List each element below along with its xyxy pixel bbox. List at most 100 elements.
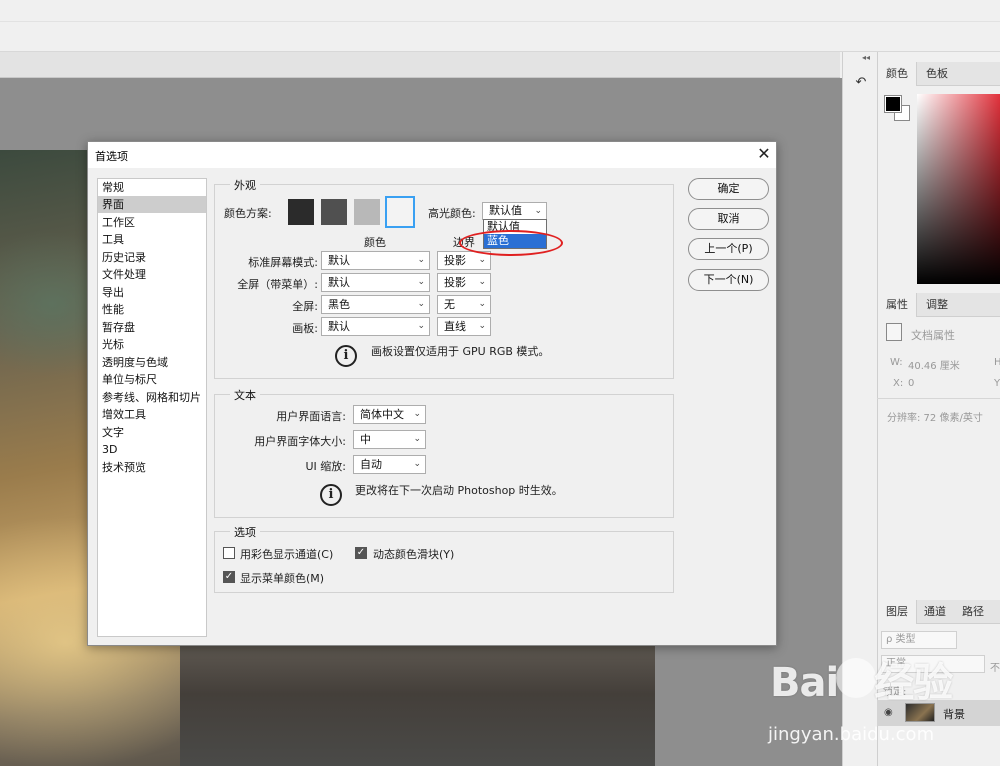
ui-scaling-label: UI 缩放: — [305, 460, 347, 473]
history-icon[interactable]: ↶ — [852, 74, 870, 92]
nav-item-performance[interactable]: 性能 — [98, 301, 206, 318]
next-button[interactable]: 下一个(N) — [688, 269, 769, 291]
chevron-down-icon: ⌄ — [478, 321, 486, 331]
color-column-header: 颜色 — [364, 236, 386, 249]
opacity-label: 不 — [990, 663, 1000, 674]
artboard-border-value: 直线 — [444, 320, 466, 333]
nav-item-type[interactable]: 文字 — [98, 424, 206, 441]
nav-item-transparency[interactable]: 透明度与色域 — [98, 354, 206, 371]
nav-item-workspace[interactable]: 工作区 — [98, 214, 206, 231]
theme-swatch-light[interactable] — [354, 199, 380, 225]
theme-swatch-lightest[interactable] — [385, 196, 415, 228]
eye-icon[interactable]: ◉ — [884, 707, 893, 718]
chevron-down-icon: ⌄ — [413, 459, 421, 469]
ui-font-size-select[interactable]: 中 ⌄ — [353, 430, 426, 449]
nav-item-tech-previews[interactable]: 技术预览 — [98, 459, 206, 476]
artboard-info-text: 画板设置仅适用于 GPU RGB 模式。 — [371, 345, 550, 358]
fullscreen-menus-color-value: 默认 — [328, 276, 350, 289]
foreground-color-swatch[interactable] — [884, 95, 902, 113]
standard-screen-label: 标准屏幕模式: — [248, 256, 318, 269]
annotation-red-ellipse — [459, 230, 563, 256]
preferences-nav-list: 常规 界面 工作区 工具 历史记录 文件处理 导出 性能 暂存盘 光标 透明度与… — [97, 178, 207, 637]
show-menu-colors-label: 显示菜单颜色(M) — [240, 572, 325, 585]
tab-channels[interactable]: 通道 — [916, 600, 954, 624]
chevron-down-icon: ⌄ — [534, 206, 542, 216]
theme-swatch-dark[interactable] — [321, 199, 347, 225]
nav-item-interface[interactable]: 界面 — [98, 196, 206, 213]
color-picker-field[interactable] — [917, 94, 1000, 284]
close-icon[interactable]: ✕ — [756, 146, 772, 162]
collapse-panels-icon[interactable]: ◂◂ — [862, 53, 870, 62]
canvas-image-bottom — [180, 646, 655, 766]
fullscreen-menus-border-value: 投影 — [444, 276, 466, 289]
x-value[interactable]: 0 — [908, 378, 914, 389]
width-label: W: — [890, 357, 903, 368]
dialog-title: 首选项 — [95, 150, 128, 163]
ok-button[interactable]: 确定 — [688, 178, 769, 200]
nav-item-general[interactable]: 常规 — [98, 179, 206, 196]
nav-item-3d[interactable]: 3D — [98, 441, 206, 458]
theme-swatch-darkest[interactable] — [288, 199, 314, 225]
tab-adjustments[interactable]: 调整 — [918, 293, 956, 317]
tab-layers[interactable]: 图层 — [878, 600, 917, 624]
layer-name[interactable]: 背景 — [943, 706, 965, 722]
dynamic-color-sliders-label: 动态颜色滑块(Y) — [373, 548, 455, 561]
tab-paths[interactable]: 路径 — [954, 600, 992, 624]
standard-screen-border-value: 投影 — [444, 254, 466, 267]
chevron-down-icon: ⌄ — [413, 409, 421, 419]
document-icon — [886, 323, 902, 341]
x-label: X: — [893, 378, 904, 389]
chevron-down-icon: ⌄ — [417, 321, 425, 331]
show-menu-colors-checkbox[interactable]: ✓ — [223, 571, 235, 583]
preferences-dialog: 首选项 ✕ 常规 界面 工作区 工具 历史记录 文件处理 导出 性能 暂存盘 光… — [87, 141, 777, 646]
chevron-down-icon: ⌄ — [413, 434, 421, 444]
nav-item-plugins[interactable]: 增效工具 — [98, 406, 206, 423]
standard-screen-color-value: 默认 — [328, 254, 350, 267]
appearance-title: 外观 — [230, 177, 260, 193]
doc-props-label: 文档属性 — [911, 329, 955, 342]
show-channels-color-checkbox[interactable] — [223, 547, 235, 559]
info-icon: i — [335, 345, 357, 367]
nav-item-guides-grid[interactable]: 参考线、网格和切片 — [98, 389, 206, 406]
y-label: Y — [994, 378, 1000, 389]
cancel-button[interactable]: 取消 — [688, 208, 769, 230]
restart-info-text: 更改将在下一次启动 Photoshop 时生效。 — [355, 484, 563, 497]
tab-swatches[interactable]: 色板 — [918, 62, 956, 86]
layers-panel-tabs: 图层 通道 路径 — [878, 600, 1000, 624]
color-panel-tabs: 颜色 色板 — [878, 62, 1000, 86]
fullscreen-border-value: 无 — [444, 298, 455, 311]
highlight-color-select[interactable]: 默认值 ⌄ — [482, 202, 547, 220]
watermark-logo-suffix: 经验 — [874, 660, 953, 706]
ui-language-select[interactable]: 简体中文 ⌄ — [353, 405, 426, 424]
artboard-border-select[interactable]: 直线 ⌄ — [437, 317, 491, 336]
artboard-color-select[interactable]: 默认 ⌄ — [321, 317, 430, 336]
chevron-down-icon: ⌄ — [417, 255, 425, 265]
text-group-title: 文本 — [230, 387, 260, 403]
nav-item-file-handling[interactable]: 文件处理 — [98, 266, 206, 283]
nav-item-history[interactable]: 历史记录 — [98, 249, 206, 266]
nav-item-units-rulers[interactable]: 单位与标尺 — [98, 371, 206, 388]
nav-item-export[interactable]: 导出 — [98, 284, 206, 301]
layer-kind-filter[interactable]: ρ 类型 — [881, 631, 957, 649]
dynamic-color-sliders-checkbox[interactable]: ✓ — [355, 547, 367, 559]
ui-scaling-value: 自动 — [360, 458, 382, 471]
fullscreen-border-select[interactable]: 无 ⌄ — [437, 295, 491, 314]
ui-scaling-select[interactable]: 自动 ⌄ — [353, 455, 426, 474]
chevron-down-icon: ⌄ — [417, 299, 425, 309]
tab-color[interactable]: 颜色 — [878, 62, 917, 86]
fullscreen-menus-border-select[interactable]: 投影 ⌄ — [437, 273, 491, 292]
watermark-logo-text: Bai — [770, 660, 839, 706]
properties-panel-tabs: 属性 调整 — [878, 293, 1000, 317]
nav-item-cursors[interactable]: 光标 — [98, 336, 206, 353]
ui-language-value: 简体中文 — [360, 408, 404, 421]
previous-button[interactable]: 上一个(P) — [688, 238, 769, 260]
tab-properties[interactable]: 属性 — [878, 293, 917, 317]
fullscreen-color-select[interactable]: 黑色 ⌄ — [321, 295, 430, 314]
fullscreen-menus-color-select[interactable]: 默认 ⌄ — [321, 273, 430, 292]
watermark-url: jingyan.baidu.com — [768, 724, 935, 745]
nav-item-scratch-disks[interactable]: 暂存盘 — [98, 319, 206, 336]
nav-item-tools[interactable]: 工具 — [98, 231, 206, 248]
width-value[interactable]: 40.46 厘米 — [908, 357, 960, 372]
standard-screen-color-select[interactable]: 默认 ⌄ — [321, 251, 430, 270]
chevron-down-icon: ⌄ — [478, 255, 486, 265]
